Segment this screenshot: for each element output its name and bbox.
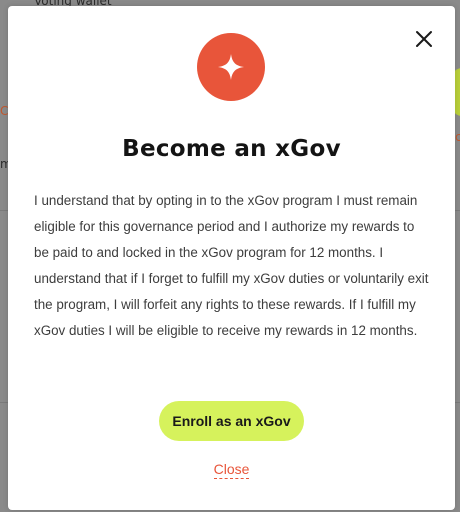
sparkle-icon: [218, 54, 244, 80]
xgov-enroll-dialog: Become an xGov I understand that by opti…: [8, 6, 455, 510]
close-icon[interactable]: [413, 28, 435, 50]
xgov-badge: [197, 33, 265, 101]
dialog-title: Become an xGov: [122, 136, 341, 162]
enroll-xgov-button[interactable]: Enroll as an xGov: [159, 401, 304, 441]
close-link-container: Close: [8, 461, 455, 479]
close-link[interactable]: Close: [213, 461, 250, 479]
dialog-body-text: I understand that by opting in to the xG…: [34, 193, 429, 338]
background-edge-right-text: c: [455, 130, 460, 144]
